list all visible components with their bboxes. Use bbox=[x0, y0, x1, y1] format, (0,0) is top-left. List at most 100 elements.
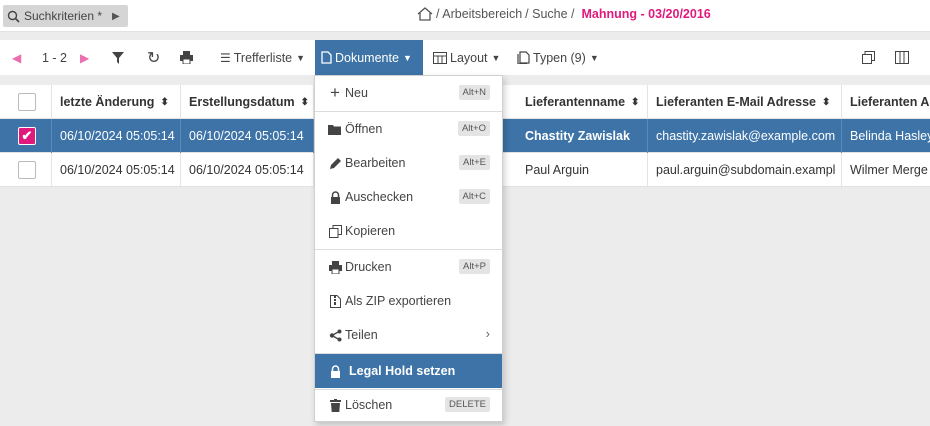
zip-icon bbox=[327, 294, 343, 308]
layout-label: Layout bbox=[450, 50, 488, 65]
sort-icon: ⬍ bbox=[160, 96, 169, 108]
print-button[interactable] bbox=[180, 40, 193, 75]
home-icon[interactable] bbox=[417, 7, 433, 21]
menu-item-label: Als ZIP exportieren bbox=[345, 294, 452, 308]
next-page-button[interactable]: ▶ bbox=[80, 40, 89, 75]
cell-letzte-aenderung: 06/10/2024 05:05:14 bbox=[52, 119, 181, 153]
trefferliste-label: Trefferliste bbox=[233, 50, 293, 65]
triangle-left-icon: ◀ bbox=[12, 50, 22, 65]
window-button[interactable] bbox=[862, 40, 875, 75]
share-icon bbox=[327, 329, 343, 342]
columns-icon bbox=[895, 51, 909, 64]
breadcrumb-suche[interactable]: / Suche / bbox=[525, 7, 574, 21]
column-header-lieferanten-email[interactable]: Lieferanten E-Mail Adresse ⬍ bbox=[648, 85, 842, 119]
printer-icon bbox=[327, 260, 343, 274]
prev-page-button[interactable]: ◀ bbox=[12, 40, 21, 75]
search-criteria-button[interactable]: Suchkriterien * ▶ bbox=[3, 5, 128, 27]
menu-item-legal-hold[interactable]: Legal Hold setzen bbox=[315, 354, 502, 388]
search-icon bbox=[7, 10, 20, 23]
shortcut-badge: DELETE bbox=[445, 397, 490, 412]
select-all-checkbox[interactable] bbox=[18, 93, 36, 111]
typen-dropdown[interactable]: Typen (9) ▼ bbox=[517, 40, 599, 75]
menu-item-label: Drucken bbox=[345, 260, 392, 274]
menu-item-teilen[interactable]: Teilen › bbox=[315, 318, 502, 352]
menu-item-oeffnen[interactable]: Öffnen Alt+O bbox=[315, 112, 502, 146]
plus-icon: + bbox=[330, 83, 340, 102]
column-header-lieferantenname[interactable]: Lieferantenname ⬍ bbox=[517, 85, 648, 119]
cell-lieferantenname: Chastity Zawislak bbox=[517, 119, 648, 153]
copy-icon bbox=[327, 224, 343, 238]
layout-dropdown[interactable]: Layout ▼ bbox=[433, 40, 500, 75]
filter-button[interactable] bbox=[112, 40, 124, 75]
sort-icon: ⬍ bbox=[822, 96, 831, 108]
cell-erstellungsdatum: 06/10/2024 05:05:14 bbox=[181, 153, 314, 187]
column-header-letzte-aenderung[interactable]: letzte Änderung ⬍ bbox=[52, 85, 181, 119]
menu-item-bearbeiten[interactable]: Bearbeiten Alt+E bbox=[315, 146, 502, 180]
column-header-label: Lieferanten E-Mail Adresse bbox=[656, 95, 817, 109]
triangle-right-icon: ▶ bbox=[80, 50, 90, 65]
menu-item-label: Löschen bbox=[345, 398, 393, 412]
menu-item-label: Legal Hold setzen bbox=[349, 364, 456, 378]
cell-lieferanten-email: chastity.zawislak@example.com bbox=[648, 119, 842, 153]
window-icon bbox=[862, 51, 875, 64]
cell-erstellungsdatum: 06/10/2024 05:05:14 bbox=[181, 119, 314, 153]
chevron-right-icon: › bbox=[485, 326, 490, 341]
cell-letzte-aenderung: 06/10/2024 05:05:14 bbox=[52, 153, 181, 187]
menu-item-label: Auschecken bbox=[345, 190, 414, 204]
chevron-down-icon: ▼ bbox=[491, 52, 501, 63]
column-header-label: Lieferanten Ar bbox=[850, 95, 930, 109]
row-select-cell[interactable]: ✔ bbox=[0, 119, 52, 153]
folder-icon bbox=[327, 124, 343, 135]
sort-icon: ⬍ bbox=[631, 96, 640, 108]
dokumente-label: Dokumente bbox=[335, 50, 399, 65]
pencil-icon bbox=[327, 157, 343, 170]
menu-item-label: Öffnen bbox=[345, 122, 383, 136]
dokumente-dropdown[interactable]: Dokumente ▼ bbox=[315, 40, 423, 75]
column-header-label: Erstellungsdatum bbox=[189, 95, 295, 109]
shortcut-badge: Alt+P bbox=[459, 259, 490, 274]
menu-item-zip-export[interactable]: Als ZIP exportieren bbox=[315, 284, 502, 318]
cell-lieferanten-ar: Wilmer Merge bbox=[850, 163, 928, 177]
menu-item-loeschen[interactable]: Löschen DELETE bbox=[315, 388, 502, 422]
columns-button[interactable] bbox=[895, 40, 909, 75]
refresh-icon: ↻ bbox=[147, 49, 161, 67]
cell-lieferanten-email: paul.arguin@subdomain.exampl bbox=[648, 153, 842, 187]
filter-icon bbox=[112, 51, 124, 64]
column-header-erstellungsdatum[interactable]: Erstellungsdatum ⬍ bbox=[181, 85, 314, 119]
sort-icon: ⬍ bbox=[300, 96, 309, 108]
menu-item-drucken[interactable]: Drucken Alt+P bbox=[315, 250, 502, 284]
column-header-label: letzte Änderung bbox=[60, 95, 155, 109]
menu-item-auschecken[interactable]: Auschecken Alt+C bbox=[315, 180, 502, 214]
refresh-button[interactable]: ↻ bbox=[147, 40, 160, 75]
trefferliste-dropdown[interactable]: ☰ Trefferliste ▼ bbox=[220, 40, 305, 75]
shortcut-badge: Alt+N bbox=[458, 85, 490, 100]
search-criteria-label: Suchkriterien * bbox=[24, 9, 103, 23]
menu-item-label: Neu bbox=[345, 86, 368, 100]
column-header-lieferanten-ar[interactable]: Lieferanten Ar bbox=[842, 85, 930, 119]
menu-item-kopieren[interactable]: Kopieren bbox=[315, 214, 502, 248]
breadcrumb-current: Mahnung - 03/20/2016 bbox=[581, 7, 711, 21]
row-checkbox-checked[interactable]: ✔ bbox=[18, 127, 36, 145]
lock-icon bbox=[327, 190, 343, 204]
cell-lieferantenname: Paul Arguin bbox=[517, 153, 648, 187]
trash-icon bbox=[327, 398, 343, 412]
menu-item-label: Bearbeiten bbox=[345, 156, 406, 170]
menu-item-label: Teilen bbox=[345, 328, 378, 342]
document-icon bbox=[321, 51, 332, 64]
select-all-cell[interactable] bbox=[0, 85, 52, 119]
menu-item-label: Kopieren bbox=[345, 224, 396, 238]
breadcrumb-arbeitsbereich[interactable]: / Arbeitsbereich bbox=[436, 7, 522, 21]
pager-label: 1 - 2 bbox=[42, 50, 68, 65]
row-checkbox[interactable] bbox=[18, 161, 36, 179]
chevron-down-icon: ▼ bbox=[296, 52, 306, 63]
chevron-down-icon: ▼ bbox=[589, 52, 599, 63]
shortcut-badge: Alt+O bbox=[457, 121, 490, 136]
row-select-cell[interactable] bbox=[0, 153, 52, 187]
menu-item-neu[interactable]: + Neu Alt+N bbox=[315, 76, 502, 110]
chevron-down-icon: ▼ bbox=[402, 52, 412, 63]
list-icon: ☰ bbox=[220, 50, 231, 65]
column-header-label: Lieferantenname bbox=[525, 95, 626, 109]
dokumente-menu: + Neu Alt+N Öffnen Alt+O Bearbeiten Alt+… bbox=[314, 75, 503, 422]
top-bar: Suchkriterien * ▶ / Arbeitsbereich / Suc… bbox=[0, 0, 930, 32]
layout-icon bbox=[433, 51, 447, 64]
